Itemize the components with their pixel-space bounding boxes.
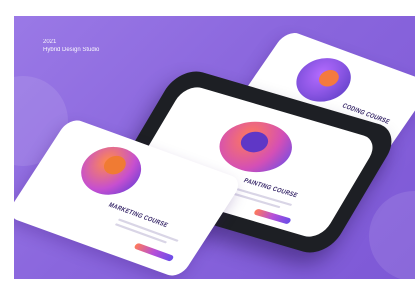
- cta-button[interactable]: [253, 208, 292, 225]
- course-title: PAINTING COURSE: [242, 177, 299, 200]
- studio-name: Hybrid Design Studio: [43, 47, 100, 53]
- cta-button[interactable]: [133, 242, 175, 262]
- mockup-canvas: 2021 Hybrid Design Studio CODING COURSE …: [14, 16, 415, 279]
- screenshot-frame: 2021 Hybrid Design Studio CODING COURSE …: [0, 0, 419, 297]
- header: 2021 Hybrid Design Studio: [43, 38, 99, 54]
- year-label: 2021: [43, 39, 57, 45]
